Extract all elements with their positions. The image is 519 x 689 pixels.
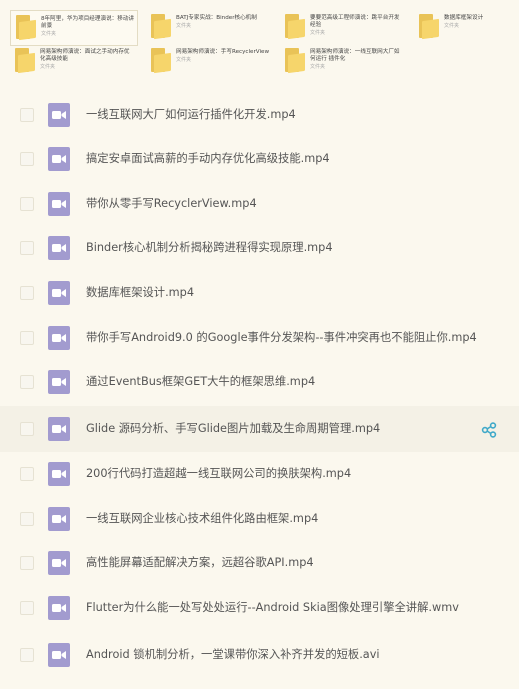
file-checkbox[interactable] (20, 108, 34, 122)
folder-icon (285, 48, 305, 74)
share-icon[interactable] (481, 422, 497, 438)
file-checkbox[interactable] (20, 331, 34, 345)
video-file-icon (48, 507, 70, 531)
file-row[interactable]: 通过EventBus框架GET大牛的框架思维.mp4 (0, 359, 519, 405)
folder-meta: 文件夹 (444, 23, 460, 29)
file-name[interactable]: 带你手写Android9.0 的Google事件分发架构--事件冲突再也不能阻止… (86, 331, 477, 345)
video-file-icon (48, 370, 70, 394)
file-name[interactable]: Glide 源码分析、手写Glide图片加载及生命周期管理.mp4 (86, 422, 380, 436)
folder-meta: 文件夹 (310, 30, 326, 36)
video-file-icon (48, 281, 70, 305)
file-checkbox[interactable] (20, 286, 34, 300)
file-name[interactable]: 一线互联网大厂如何运行插件化开发.mp4 (86, 108, 296, 122)
file-row[interactable]: 200行代码打造超越一线互联网公司的换肤架构.mp4 (0, 451, 519, 497)
folder-meta: 文件夹 (176, 23, 192, 29)
folder-meta: 文件夹 (40, 64, 56, 70)
video-file-icon (48, 596, 70, 620)
file-checkbox[interactable] (20, 512, 34, 526)
file-row[interactable]: Android 锁机制分析，一堂课带你深入补齐并发的短板.avi (0, 632, 519, 678)
video-file-icon (48, 103, 70, 127)
file-row[interactable]: 数据库框架设计.mp4 (0, 270, 519, 316)
file-name[interactable]: Flutter为什么能一处写处处运行--Android Skia图像处理引擎全讲… (86, 601, 459, 615)
file-row[interactable]: Glide 源码分析、手写Glide图片加载及生命周期管理.mp4 (0, 406, 519, 452)
file-name[interactable]: Binder核心机制分析揭秘跨进程得实现原理.mp4 (86, 241, 333, 255)
folder-meta: 文件夹 (310, 64, 326, 70)
file-row[interactable]: 搞定安卓面试高薪的手动内存优化高级技能.mp4 (0, 136, 519, 182)
video-file-icon (48, 551, 70, 575)
folder-item[interactable]: 网易架构师演说：手写RecyclerView 文件夹 (146, 44, 274, 80)
file-name[interactable]: 高性能屏幕适配解决方案，远超谷歌API.mp4 (86, 556, 314, 570)
file-name[interactable]: 搞定安卓面试高薪的手动内存优化高级技能.mp4 (86, 152, 330, 166)
folder-item[interactable]: 要要范高级工程师演说：跳平台开发经验 文件夹 (280, 10, 408, 46)
folder-name: 要要范高级工程师演说：跳平台开发经验 (310, 15, 400, 28)
folder-item[interactable]: 网易架构师演说：面试之手动内存优化高级技能 文件夹 (10, 44, 138, 80)
file-checkbox[interactable] (20, 422, 34, 436)
file-name[interactable]: 带你从零手写RecyclerView.mp4 (86, 197, 257, 211)
folder-item[interactable]: 数据库框架设计 文件夹 (414, 10, 514, 46)
folder-name: BATJ专家实战：Binder核心机制 (176, 15, 257, 21)
folder-name: 数据库框架设计 (444, 15, 484, 21)
folder-item[interactable]: BATJ专家实战：Binder核心机制 文件夹 (146, 10, 274, 46)
file-row[interactable]: 一线互联网企业核心技术组件化路由框架.mp4 (0, 496, 519, 542)
folder-grid: 8年阿里，华为项目经理演说：移动讲前景 文件夹 BATJ专家实战：Binder核… (0, 0, 519, 84)
folder-name: 网易架构师演说：一线互联网大厂如何运行 插件化 (310, 49, 400, 62)
file-checkbox[interactable] (20, 648, 34, 662)
file-checkbox[interactable] (20, 197, 34, 211)
folder-icon (419, 14, 439, 40)
file-row[interactable]: Flutter为什么能一处写处处运行--Android Skia图像处理引擎全讲… (0, 585, 519, 631)
file-name[interactable]: 一线互联网企业核心技术组件化路由框架.mp4 (86, 512, 318, 526)
folder-item[interactable]: 网易架构师演说：一线互联网大厂如何运行 插件化 文件夹 (280, 44, 408, 80)
file-checkbox[interactable] (20, 467, 34, 481)
folder-item[interactable]: 8年阿里，华为项目经理演说：移动讲前景 文件夹 (10, 10, 138, 46)
folder-icon (151, 48, 171, 74)
video-file-icon (48, 236, 70, 260)
video-file-icon (48, 147, 70, 171)
file-row[interactable]: 带你手写Android9.0 的Google事件分发架构--事件冲突再也不能阻止… (0, 315, 519, 361)
file-checkbox[interactable] (20, 241, 34, 255)
video-file-icon (48, 462, 70, 486)
folder-meta: 文件夹 (176, 57, 192, 63)
file-row[interactable]: 高性能屏幕适配解决方案，远超谷歌API.mp4 (0, 540, 519, 586)
file-row[interactable]: 一线互联网大厂如何运行插件化开发.mp4 (0, 92, 519, 138)
file-name[interactable]: Android 锁机制分析，一堂课带你深入补齐并发的短板.avi (86, 648, 380, 662)
file-checkbox[interactable] (20, 375, 34, 389)
folder-icon (16, 15, 36, 41)
file-checkbox[interactable] (20, 556, 34, 570)
video-file-icon (48, 326, 70, 350)
folder-name: 网易架构师演说：面试之手动内存优化高级技能 (40, 49, 130, 62)
file-row[interactable]: 带你从零手写RecyclerView.mp4 (0, 181, 519, 227)
file-row[interactable]: Binder核心机制分析揭秘跨进程得实现原理.mp4 (0, 225, 519, 271)
file-checkbox[interactable] (20, 152, 34, 166)
folder-name: 8年阿里，华为项目经理演说：移动讲前景 (41, 16, 135, 29)
folder-name: 网易架构师演说：手写RecyclerView (176, 49, 270, 55)
folder-icon (15, 48, 35, 74)
folder-meta: 文件夹 (41, 31, 57, 37)
file-name[interactable]: 数据库框架设计.mp4 (86, 286, 194, 300)
video-file-icon (48, 417, 70, 441)
file-name[interactable]: 200行代码打造超越一线互联网公司的换肤架构.mp4 (86, 467, 351, 481)
file-name[interactable]: 通过EventBus框架GET大牛的框架思维.mp4 (86, 375, 315, 389)
folder-icon (151, 14, 171, 40)
folder-icon (285, 14, 305, 40)
video-file-icon (48, 192, 70, 216)
video-file-icon (48, 643, 70, 667)
file-checkbox[interactable] (20, 601, 34, 615)
